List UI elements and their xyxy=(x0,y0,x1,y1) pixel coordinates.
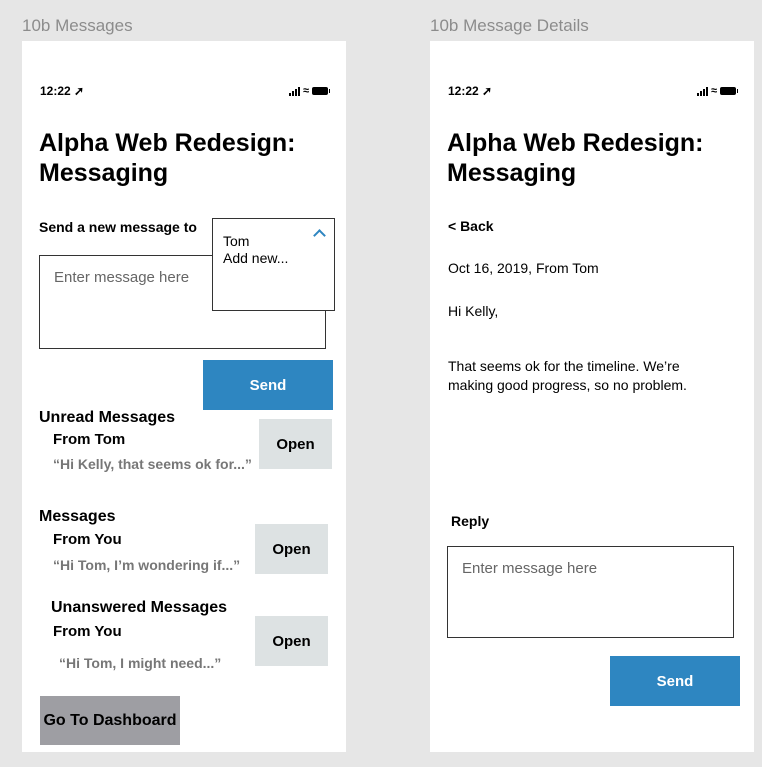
status-time: 12:22 ➚ xyxy=(448,84,493,98)
page-title: Alpha Web Redesign: Messaging xyxy=(447,129,704,187)
battery-icon xyxy=(720,87,738,95)
wifi-icon: ≈ xyxy=(302,85,309,97)
back-link[interactable]: < Back xyxy=(448,218,494,234)
reply-input[interactable]: Enter message here xyxy=(447,546,734,638)
open-unanswered-button[interactable]: Open xyxy=(255,616,328,666)
message-preview: “Hi Tom, I’m wondering if...” xyxy=(53,557,241,573)
open-messages-button[interactable]: Open xyxy=(255,524,328,574)
reply-send-button[interactable]: Send xyxy=(610,656,740,706)
recipient-dropdown[interactable]: Tom Add new... xyxy=(212,218,335,311)
section-heading-messages: Messages xyxy=(39,508,116,525)
frame-label-message-details: 10b Message Details xyxy=(430,16,589,35)
message-from: From You xyxy=(53,531,122,548)
message-preview: “Hi Tom, I might need...” xyxy=(59,655,222,671)
send-button[interactable]: Send xyxy=(203,360,333,410)
page-title: Alpha Web Redesign: Messaging xyxy=(39,129,296,187)
message-body: That seems ok for the timeline. We’re ma… xyxy=(448,358,687,393)
frame-label-messages: 10b Messages xyxy=(22,16,133,35)
message-meta: Oct 16, 2019, From Tom xyxy=(448,260,599,276)
message-preview: “Hi Kelly, that seems ok for...” xyxy=(53,456,252,472)
status-time: 12:22 ➚ xyxy=(40,84,85,98)
section-heading-unanswered: Unanswered Messages xyxy=(51,599,228,616)
wifi-icon: ≈ xyxy=(710,85,717,97)
send-new-label: Send a new message to xyxy=(39,219,197,235)
dropdown-option-add-new[interactable]: Add new... xyxy=(223,250,324,267)
message-details-screen: 12:22 ➚ ≈ Alpha Web Redesign: Messaging … xyxy=(430,41,754,752)
status-bar: 12:22 ➚ ≈ xyxy=(448,84,738,98)
signal-icon xyxy=(288,86,300,96)
dropdown-option-tom[interactable]: Tom xyxy=(223,233,324,250)
message-from: From Tom xyxy=(53,431,126,448)
go-to-dashboard-button[interactable]: Go To Dashboard xyxy=(40,696,180,745)
signal-icon xyxy=(696,86,708,96)
section-heading-unread: Unread Messages xyxy=(39,409,176,426)
battery-icon xyxy=(312,87,330,95)
reply-label: Reply xyxy=(451,513,490,529)
open-unread-button[interactable]: Open xyxy=(259,419,332,469)
messages-screen: 12:22 ➚ ≈ Alpha Web Redesign: Messaging … xyxy=(22,41,346,752)
message-greeting: Hi Kelly, xyxy=(448,303,499,319)
message-from: From You xyxy=(53,623,122,640)
status-bar: 12:22 ➚ ≈ xyxy=(40,84,330,98)
